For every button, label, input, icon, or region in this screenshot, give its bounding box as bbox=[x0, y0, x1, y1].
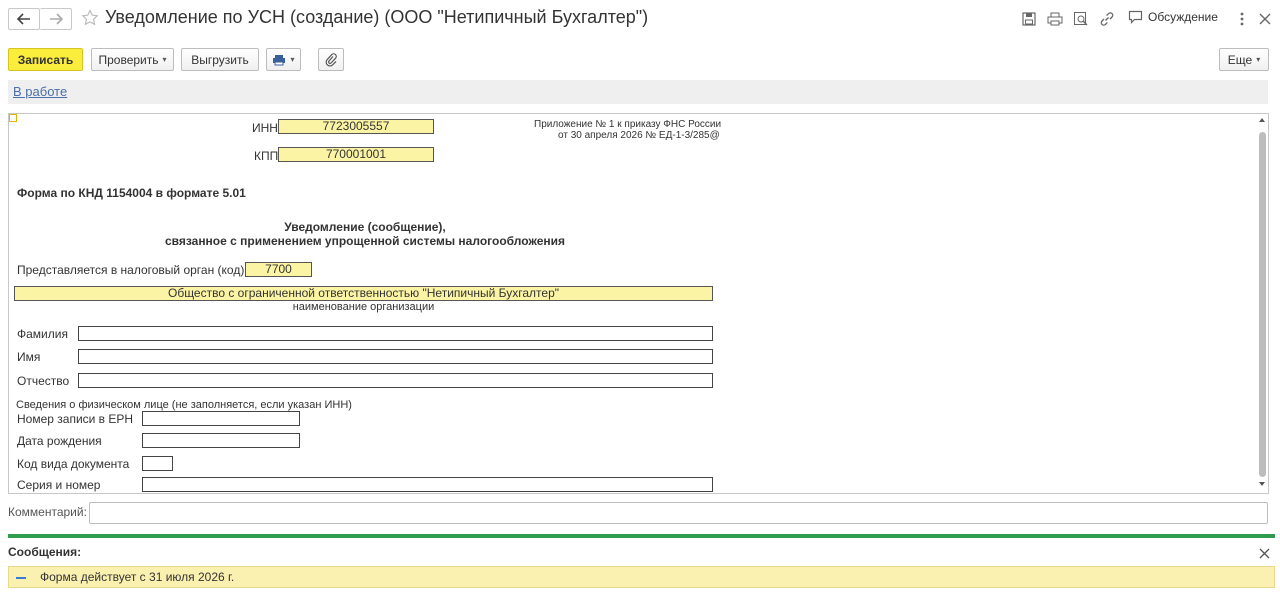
surname-label: Фамилия bbox=[17, 327, 68, 341]
dropdown-arrow-icon: ▾ bbox=[290, 55, 295, 64]
favorite-star-icon[interactable] bbox=[81, 9, 99, 27]
discussion-button[interactable]: Обсуждение bbox=[1128, 10, 1218, 24]
scrollbar-thumb[interactable] bbox=[1259, 132, 1266, 477]
message-text: Форма действует с 31 июля 2026 г. bbox=[40, 570, 235, 584]
name-label: Имя bbox=[17, 350, 41, 364]
name-field[interactable] bbox=[78, 349, 713, 364]
doc-type-label: Код вида документа bbox=[17, 457, 130, 471]
doc-type-field[interactable] bbox=[142, 456, 173, 471]
form-knd-title: Форма по КНД 1154004 в формате 5.01 bbox=[17, 186, 246, 200]
status-link[interactable]: В работе bbox=[13, 84, 67, 99]
vertical-scrollbar[interactable] bbox=[1256, 114, 1268, 493]
appendix-line2: от 30 апреля 2026 № ЕД-1-3/285@ bbox=[558, 130, 720, 141]
kpp-label: КПП bbox=[254, 149, 279, 163]
link-icon[interactable] bbox=[1098, 10, 1116, 28]
print-icon[interactable] bbox=[1046, 10, 1064, 28]
inn-label: ИНН bbox=[252, 121, 278, 135]
forward-button[interactable] bbox=[40, 8, 72, 30]
birth-date-label: Дата рождения bbox=[17, 434, 102, 448]
birth-date-field[interactable] bbox=[142, 433, 300, 448]
surname-field[interactable] bbox=[78, 326, 713, 341]
org-name-field[interactable]: Общество с ограниченной ответственностью… bbox=[14, 286, 713, 301]
printer-icon bbox=[273, 54, 286, 65]
paperclip-icon bbox=[325, 52, 337, 67]
kpp-field[interactable]: 770001001 bbox=[278, 147, 434, 162]
corner-marker bbox=[9, 114, 17, 122]
save-disk-icon[interactable] bbox=[1020, 10, 1038, 28]
attach-button[interactable] bbox=[318, 48, 344, 71]
form-document-panel: ИНН 7723005557 КПП 770001001 Приложение … bbox=[8, 113, 1269, 494]
check-button[interactable]: Проверить ▾ bbox=[91, 48, 174, 71]
scroll-up-icon[interactable] bbox=[1258, 117, 1266, 123]
heading-line1: Уведомление (сообщение), bbox=[284, 220, 446, 234]
page-title: Уведомление по УСН (создание) (ООО "Нети… bbox=[105, 7, 649, 27]
ern-field[interactable] bbox=[142, 411, 300, 426]
arrow-right-icon bbox=[49, 13, 63, 25]
preview-search-icon[interactable] bbox=[1072, 10, 1090, 28]
patronymic-label: Отчество bbox=[17, 374, 70, 388]
dropdown-arrow-icon: ▾ bbox=[162, 55, 167, 64]
scroll-down-icon[interactable] bbox=[1258, 481, 1266, 487]
series-number-label: Серия и номер bbox=[17, 478, 101, 492]
message-marker-icon bbox=[16, 577, 26, 579]
more-button[interactable]: Еще ▾ bbox=[1219, 48, 1269, 71]
close-messages-icon[interactable] bbox=[1259, 546, 1270, 564]
org-name-caption: наименование организации bbox=[292, 301, 435, 313]
chat-icon bbox=[1128, 10, 1143, 24]
more-label: Еще bbox=[1227, 52, 1253, 67]
tax-authority-label: Представляется в налоговый орган (код) bbox=[17, 263, 245, 277]
individual-section-caption: Сведения о физическом лице (не заполняет… bbox=[16, 399, 352, 411]
patronymic-field[interactable] bbox=[78, 373, 713, 388]
status-bar: В работе bbox=[8, 80, 1268, 104]
discussion-label: Обсуждение bbox=[1148, 10, 1218, 24]
close-window-icon[interactable] bbox=[1256, 10, 1274, 28]
comment-label: Комментарий: bbox=[8, 505, 87, 519]
more-vertical-icon[interactable] bbox=[1233, 10, 1251, 28]
dropdown-arrow-icon: ▾ bbox=[1256, 55, 1261, 64]
series-number-field[interactable] bbox=[142, 477, 713, 492]
heading-line2: связанное с применением упрощенной систе… bbox=[164, 234, 566, 248]
check-label: Проверить bbox=[98, 52, 159, 67]
messages-divider bbox=[8, 534, 1275, 538]
export-button[interactable]: Выгрузить bbox=[181, 48, 259, 71]
comment-input[interactable] bbox=[89, 502, 1268, 524]
message-item[interactable]: Форма действует с 31 июля 2026 г. bbox=[8, 566, 1275, 588]
ern-label: Номер записи в ЕРН bbox=[17, 412, 134, 426]
inn-field[interactable]: 7723005557 bbox=[278, 119, 434, 134]
save-button[interactable]: Записать bbox=[8, 48, 83, 71]
arrow-left-icon bbox=[17, 13, 30, 25]
back-button[interactable] bbox=[8, 8, 40, 30]
appendix-line1: Приложение № 1 к приказу ФНС России bbox=[534, 119, 722, 130]
tax-authority-code-field[interactable]: 7700 bbox=[245, 262, 312, 277]
print-menu-button[interactable]: ▾ bbox=[266, 48, 301, 71]
messages-title: Сообщения: bbox=[8, 545, 82, 559]
